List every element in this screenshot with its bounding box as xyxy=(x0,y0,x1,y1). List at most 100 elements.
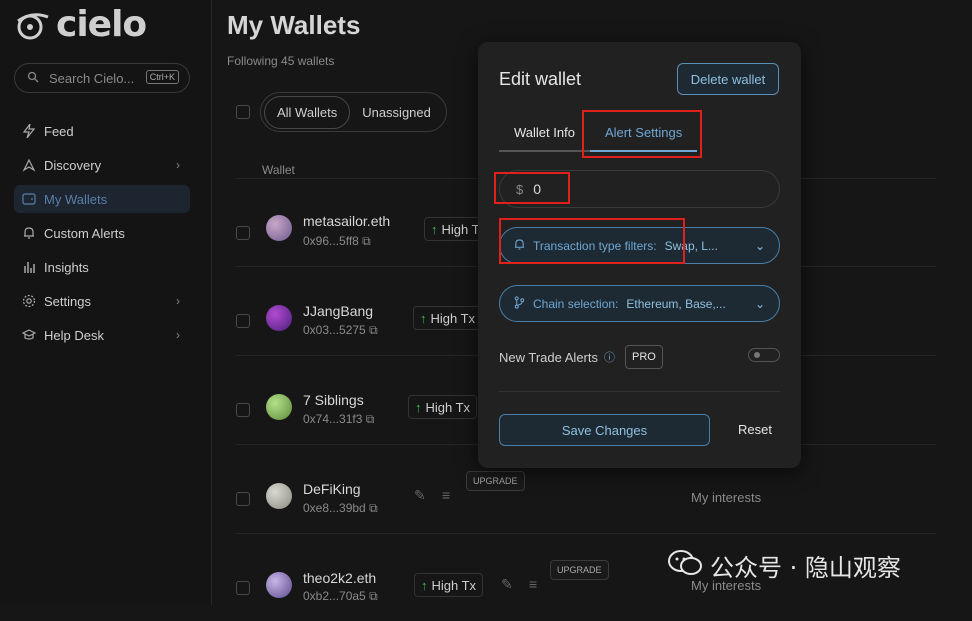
search-placeholder: Search Cielo... xyxy=(49,70,135,86)
help-icon[interactable]: ⓘ xyxy=(604,349,615,365)
pro-badge: PRO xyxy=(625,345,663,369)
graduation-cap-icon xyxy=(22,328,36,342)
search-icon xyxy=(27,71,39,86)
page-subtitle: Following 45 wallets xyxy=(227,54,335,68)
wallet-name[interactable]: metasailor.eth xyxy=(303,213,390,229)
reset-button[interactable]: Reset xyxy=(738,422,772,437)
high-tx-badge: ↑ High Tx xyxy=(414,573,484,597)
row-checkbox[interactable] xyxy=(236,226,250,240)
new-trade-alerts-label: New Trade Alerts xyxy=(499,349,598,365)
copy-icon[interactable]: ⧉ xyxy=(362,234,371,248)
row-checkbox[interactable] xyxy=(236,403,250,417)
watermark: 公众号 · 隐山观察 xyxy=(668,548,901,583)
copy-icon[interactable]: ⧉ xyxy=(366,412,375,426)
arrow-up-icon: ↑ xyxy=(415,399,422,415)
sidebar-item-label: Help Desk xyxy=(44,327,104,343)
bell-icon xyxy=(22,226,36,240)
chevron-down-icon: ⌄ xyxy=(754,238,765,253)
wallet-name[interactable]: theo2k2.eth xyxy=(303,570,376,586)
chain-selection-select[interactable]: Chain selection: Ethereum, Base,... ⌄ xyxy=(499,285,780,322)
divider xyxy=(499,391,780,392)
upgrade-badge[interactable]: UPGRADE xyxy=(550,560,609,580)
search-input[interactable]: Search Cielo... Ctrl+K xyxy=(14,63,190,93)
avatar xyxy=(266,305,292,331)
wallet-name[interactable]: 7 Siblings xyxy=(303,392,364,408)
sidebar-item-insights[interactable]: Insights xyxy=(14,253,190,281)
annotation-box xyxy=(494,172,570,204)
lightning-icon xyxy=(22,124,36,138)
sidebar-item-help-desk[interactable]: Help Desk › xyxy=(14,321,190,349)
wallet-address[interactable]: 0x96...5ff8 ⧉ xyxy=(303,234,371,249)
address-text: 0x96...5ff8 xyxy=(303,234,359,248)
chevron-down-icon: ⌄ xyxy=(754,296,765,311)
wallet-address[interactable]: 0x74...31f3 ⧉ xyxy=(303,412,374,427)
tab-wallet-info[interactable]: Wallet Info xyxy=(499,122,590,152)
sidebar-item-discovery[interactable]: Discovery › xyxy=(14,151,190,179)
wallet-name[interactable]: DeFiKing xyxy=(303,481,361,497)
copy-icon[interactable]: ⧉ xyxy=(369,589,378,603)
wallet-name[interactable]: JJangBang xyxy=(303,303,373,319)
edit-icon[interactable]: ✎ xyxy=(501,576,513,593)
watermark-text: 公众号 · 隐山观察 xyxy=(710,554,901,582)
new-trade-alerts-row: New Trade Alerts ⓘ PRO xyxy=(499,345,780,369)
new-trade-alerts-toggle[interactable] xyxy=(748,348,780,362)
tab-unassigned[interactable]: Unassigned xyxy=(350,97,443,128)
annotation-box xyxy=(499,218,685,264)
address-text: 0x74...31f3 xyxy=(303,412,363,426)
avatar xyxy=(266,483,292,509)
chevron-right-icon: › xyxy=(176,328,180,342)
sidebar-item-custom-alerts[interactable]: Custom Alerts xyxy=(14,219,190,247)
delete-wallet-button[interactable]: Delete wallet xyxy=(677,63,779,95)
gear-icon xyxy=(22,294,36,308)
row-checkbox[interactable] xyxy=(236,581,250,595)
tab-all-wallets[interactable]: All Wallets xyxy=(264,95,351,129)
annotation-box xyxy=(582,110,702,158)
modal-title: Edit wallet xyxy=(499,69,582,89)
sidebar-item-my-wallets[interactable]: My Wallets xyxy=(14,185,190,213)
filter-bar: All Wallets Unassigned xyxy=(236,92,447,132)
arrow-up-icon: ↑ xyxy=(421,577,428,593)
avatar xyxy=(266,394,292,420)
wallet-address[interactable]: 0xb2...70a5 ⧉ xyxy=(303,589,378,604)
sidebar: cielo Search Cielo... Ctrl+K Feed Discov… xyxy=(0,0,212,605)
sliders-icon[interactable]: ≡ xyxy=(529,576,537,592)
sidebar-item-label: Settings xyxy=(44,293,91,309)
sidebar-item-feed[interactable]: Feed xyxy=(14,117,190,145)
upgrade-badge[interactable]: UPGRADE xyxy=(466,471,525,491)
sidebar-item-label: Custom Alerts xyxy=(44,225,125,241)
row-checkbox[interactable] xyxy=(236,492,250,506)
bar-chart-icon xyxy=(22,260,36,274)
sidebar-nav: Feed Discovery › My Wallets Custom Alert… xyxy=(14,117,190,355)
select-all-checkbox[interactable] xyxy=(236,105,250,119)
sliders-icon[interactable]: ≡ xyxy=(442,487,450,503)
save-changes-button[interactable]: Save Changes xyxy=(499,414,710,446)
cielo-logo-icon xyxy=(14,7,50,43)
badge-label: High Tx xyxy=(425,399,471,415)
wallet-address[interactable]: 0x03...5275 ⧉ xyxy=(303,323,378,338)
select-label: Chain selection: xyxy=(533,296,619,311)
sidebar-item-label: My Wallets xyxy=(44,191,108,207)
logo[interactable]: cielo xyxy=(14,4,147,45)
address-text: 0xb2...70a5 xyxy=(303,589,366,603)
logo-text: cielo xyxy=(56,4,147,45)
row-checkbox[interactable] xyxy=(236,314,250,328)
address-text: 0x03...5275 xyxy=(303,323,366,337)
compass-icon xyxy=(22,158,36,172)
copy-icon[interactable]: ⧉ xyxy=(369,323,378,337)
copy-icon[interactable]: ⧉ xyxy=(369,501,378,515)
wallet-icon xyxy=(22,192,36,206)
wallet-address[interactable]: 0xe8...39bd ⧉ xyxy=(303,501,378,516)
column-header-wallet: Wallet xyxy=(262,163,295,177)
edit-icon[interactable]: ✎ xyxy=(414,487,426,504)
sidebar-item-label: Feed xyxy=(44,123,74,139)
page-title: My Wallets xyxy=(227,10,361,40)
chevron-right-icon: › xyxy=(176,294,180,308)
interests-label: My interests xyxy=(691,490,762,505)
wallet-filter-tabs: All Wallets Unassigned xyxy=(260,92,447,132)
sidebar-item-settings[interactable]: Settings › xyxy=(14,287,190,315)
arrow-up-icon: ↑ xyxy=(431,221,438,237)
wechat-icon xyxy=(668,549,702,583)
sidebar-item-label: Discovery xyxy=(44,157,102,173)
high-tx-badge: ↑ High Tx xyxy=(408,395,478,419)
high-tx-badge: ↑ High Tx xyxy=(413,306,483,330)
